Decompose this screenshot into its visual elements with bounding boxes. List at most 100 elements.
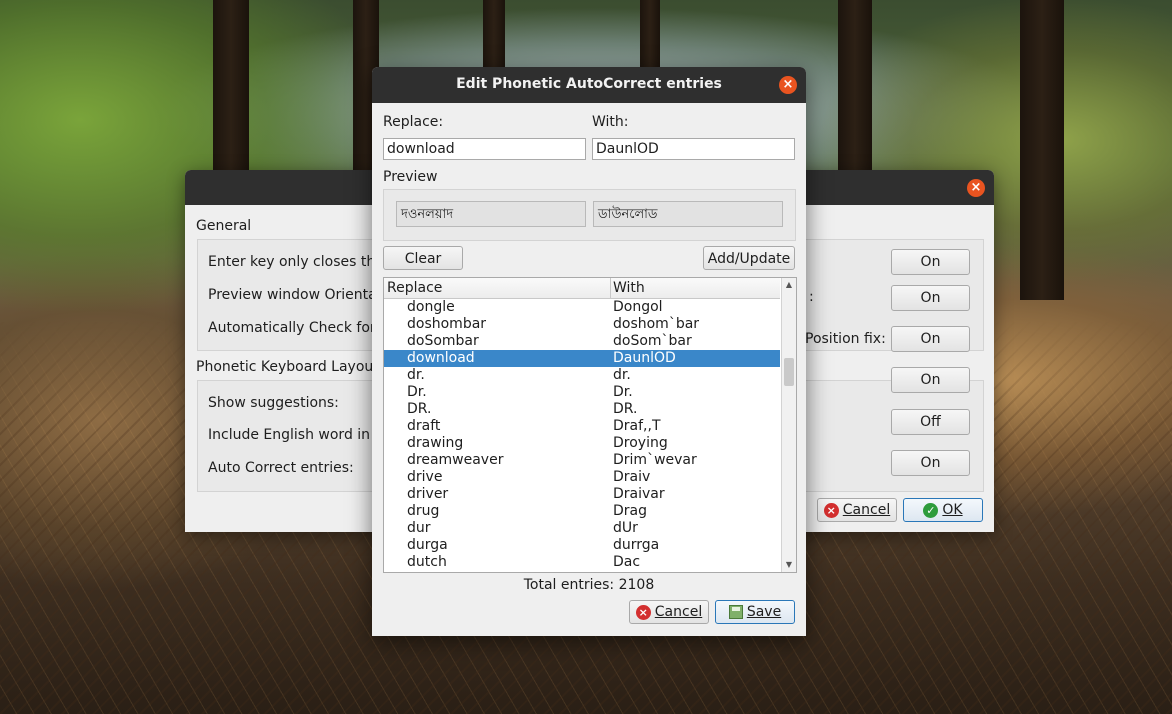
clear-button[interactable]: Clear <box>383 246 463 270</box>
cell-replace: drawing <box>407 435 464 451</box>
row-label-auto-check: Automatically Check for <box>208 320 376 336</box>
cancel-button[interactable]: × Cancel <box>629 600 709 624</box>
cell-replace: download <box>407 350 475 366</box>
cell-with: Draf,,T <box>613 418 661 434</box>
table-row[interactable]: drive Draiv <box>384 469 780 486</box>
cell-replace: Dr. <box>407 384 427 400</box>
table-body: dongle Dongol doshombar doshom`bar doSombar d… <box>384 299 780 571</box>
cell-replace: dongle <box>407 299 455 315</box>
cell-with: Droying <box>613 435 668 451</box>
cell-replace: drug <box>407 503 440 519</box>
settings-cancel-label: Cancel <box>842 502 891 518</box>
settings-ok-label: OK <box>942 502 963 518</box>
close-icon[interactable]: × <box>967 179 985 197</box>
row-label-enter-key: Enter key only closes the <box>208 254 384 270</box>
cell-with: durrga <box>613 537 660 553</box>
scroll-up-icon[interactable]: ▲ <box>782 278 796 292</box>
scrollbar-thumb[interactable] <box>784 358 794 386</box>
row-label-auto-correct: Auto Correct entries: <box>208 460 354 476</box>
cell-with: doSom`bar <box>613 333 692 349</box>
cell-with: doshom`bar <box>613 316 700 332</box>
table-header: Replace With <box>384 278 780 299</box>
table-row[interactable]: driver Draivar <box>384 486 780 503</box>
cell-with: Draivar <box>613 486 665 502</box>
cancel-label: Cancel <box>654 604 703 620</box>
cell-replace: draft <box>407 418 441 434</box>
dialog-title: Edit Phonetic AutoCorrect entries <box>456 76 722 92</box>
cell-with: Drim`wevar <box>613 452 697 468</box>
scroll-down-icon[interactable]: ▼ <box>782 558 796 572</box>
row-label-include-english: Include English word in t <box>208 427 380 443</box>
settings-cancel-button[interactable]: × Cancel <box>817 498 897 522</box>
save-label: Save <box>746 604 782 620</box>
close-icon[interactable]: × <box>779 76 797 94</box>
cell-replace: durga <box>407 537 448 553</box>
table-row[interactable]: DR. DR. <box>384 401 780 418</box>
check-icon: ✓ <box>923 502 939 518</box>
cell-replace: driver <box>407 486 449 502</box>
cell-replace: DR. <box>407 401 432 417</box>
section-phonetic: Phonetic Keyboard Layout <box>196 359 379 375</box>
table-row[interactable]: dur dUr <box>384 520 780 537</box>
replace-label: Replace: <box>383 114 444 130</box>
cell-replace: dreamweaver <box>407 452 504 468</box>
cell-with: Drag <box>613 503 648 519</box>
cancel-icon: × <box>635 604 651 620</box>
cell-with: Dac <box>613 554 641 570</box>
autocorrect-dialog: Edit Phonetic AutoCorrect entries × Repl… <box>372 67 806 636</box>
cell-with: Dongol <box>613 299 663 315</box>
with-input[interactable] <box>592 138 795 160</box>
row-label-preview-orientation: Preview window Orienta <box>208 287 377 303</box>
with-label: With: <box>592 114 629 130</box>
cell-replace: dur <box>407 520 431 536</box>
table-row[interactable]: download DaunlOD <box>384 350 780 367</box>
autocorrect-titlebar[interactable]: Edit Phonetic AutoCorrect entries × <box>372 67 806 103</box>
cell-with: Dr. <box>613 384 633 400</box>
toggle-include-english[interactable]: Off <box>891 409 970 435</box>
autocorrect-table[interactable]: Replace With dongle Dongol doshombar doshom… <box>383 277 797 573</box>
cell-with: Draiv <box>613 469 651 485</box>
save-button[interactable]: Save <box>715 600 795 624</box>
cell-replace: dr. <box>407 367 425 383</box>
toggle-preview-orientation[interactable]: On <box>891 285 970 311</box>
preview-with: ডাউনলোড <box>593 201 783 227</box>
preview-group: দওনলয়াদ ডাউনলোড <box>383 189 796 241</box>
cell-replace: drive <box>407 469 443 485</box>
section-general: General <box>196 218 252 234</box>
toggle-enter-key[interactable]: On <box>891 249 970 275</box>
table-row[interactable]: Dr. Dr. <box>384 384 780 401</box>
cancel-icon: × <box>823 502 839 518</box>
preview-replace: দওনলয়াদ <box>396 201 586 227</box>
cell-replace: dutch <box>407 554 447 570</box>
row-label-preview-orientation-end: : <box>809 289 814 305</box>
table-row[interactable]: dr. dr. <box>384 367 780 384</box>
cell-with: DaunlOD <box>613 350 676 366</box>
toggle-position-fix[interactable]: On <box>891 326 970 352</box>
add-update-button[interactable]: Add/Update <box>703 246 795 270</box>
table-row[interactable]: dutch Dac <box>384 554 780 571</box>
table-row[interactable]: doshombar doshom`bar <box>384 316 780 333</box>
table-row[interactable]: dreamweaver Drim`wevar <box>384 452 780 469</box>
cell-replace: doshombar <box>407 316 487 332</box>
settings-ok-button[interactable]: ✓ OK <box>903 498 983 522</box>
cell-with: dr. <box>613 367 631 383</box>
cell-with: dUr <box>613 520 638 536</box>
replace-input[interactable] <box>383 138 586 160</box>
cell-replace: doSombar <box>407 333 479 349</box>
table-row[interactable]: drug Drag <box>384 503 780 520</box>
row-label-show-suggestions: Show suggestions: <box>208 395 339 411</box>
preview-label: Preview <box>383 169 438 185</box>
table-row[interactable]: doSombar doSom`bar <box>384 333 780 350</box>
total-entries: Total entries: 2108 <box>523 577 655 593</box>
table-row[interactable]: durga durrga <box>384 537 780 554</box>
toggle-show-suggestions[interactable]: On <box>891 367 970 393</box>
save-icon <box>728 605 743 619</box>
cell-with: DR. <box>613 401 638 417</box>
table-row[interactable]: drawing Droying <box>384 435 780 452</box>
toggle-auto-correct[interactable]: On <box>891 450 970 476</box>
column-header-with[interactable]: With <box>610 278 780 298</box>
column-header-replace[interactable]: Replace <box>384 278 610 298</box>
table-scrollbar[interactable]: ▲ ▼ <box>781 278 796 572</box>
table-row[interactable]: dongle Dongol <box>384 299 780 316</box>
table-row[interactable]: draft Draf,,T <box>384 418 780 435</box>
